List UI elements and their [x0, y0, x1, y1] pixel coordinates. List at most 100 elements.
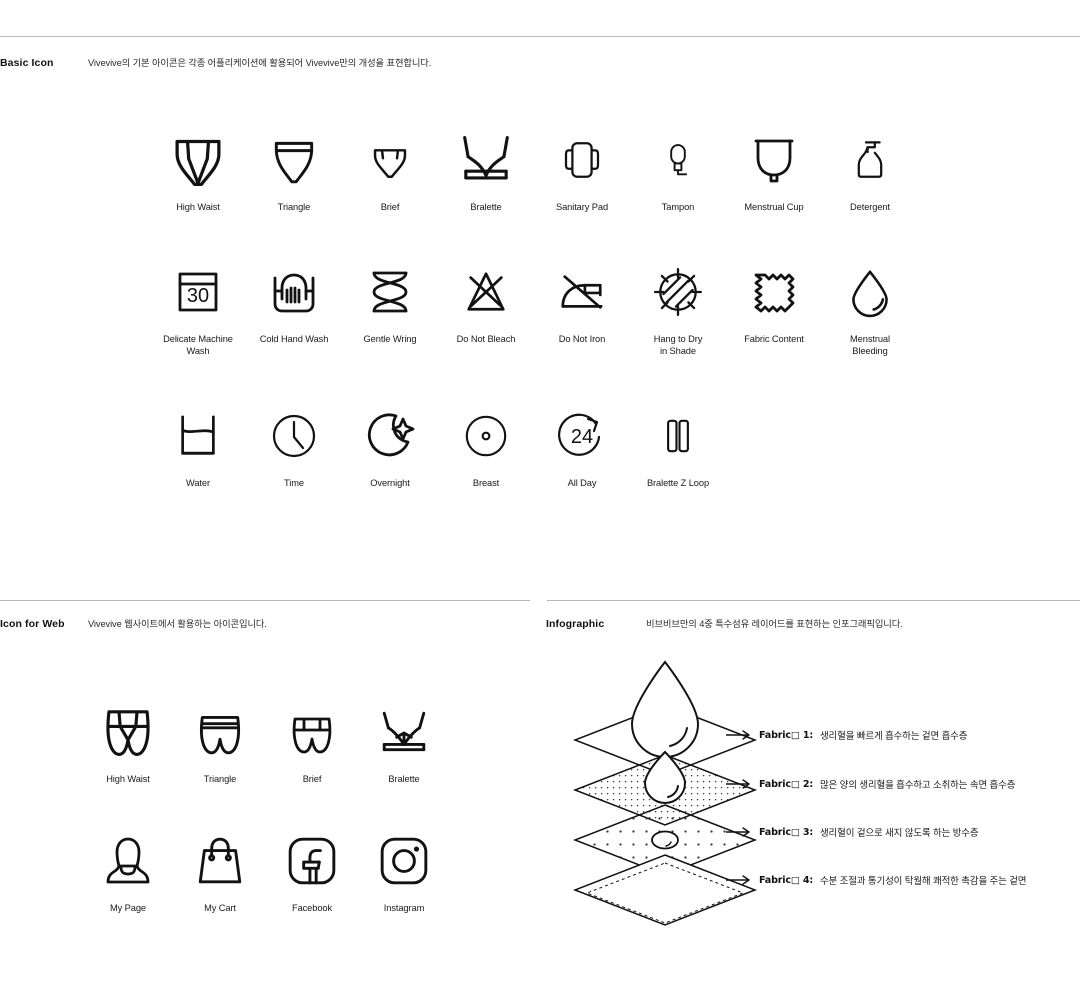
overnight-icon — [364, 404, 416, 468]
icon-for-web-title: Icon for Web — [0, 618, 65, 630]
web-brief-icon — [285, 700, 339, 764]
web-icon-cell[interactable]: Instagram — [358, 829, 450, 915]
basic-icon-cell[interactable]: Menstrual Cup — [726, 128, 822, 214]
basic-icon-cell[interactable]: Time — [246, 404, 342, 490]
basic-icon-cell[interactable]: Detergent — [822, 128, 918, 214]
basic-icon-label: Do Not Bleach — [456, 333, 516, 344]
basic-icon-cell[interactable]: Gentle Wring — [342, 260, 438, 358]
basic-icon-cell[interactable]: Triangle — [246, 128, 342, 214]
basic-icon-label: Hang to Dry in Shade — [653, 333, 703, 357]
infographic-description: 비브비브만의 4중 특수섬유 레이어드를 표현하는 인포그래픽입니다. — [646, 619, 903, 629]
time-icon — [269, 404, 319, 468]
basic-icon-cell[interactable]: High Waist — [150, 128, 246, 214]
basic-icon-label: Breast — [472, 477, 500, 488]
basic-icon-cell[interactable]: Menstrual Bleeding — [822, 260, 918, 358]
gentle-wring-icon — [365, 260, 415, 324]
arrow-right-icon — [726, 730, 752, 740]
web-icon-cell[interactable]: My Cart — [174, 829, 266, 915]
hang-to-dry-in-shade-icon — [652, 260, 704, 324]
web-triangle-icon — [192, 700, 248, 764]
fabric-layer-description: 생리혈을 빠르게 흡수하는 겉면 흡수층 — [819, 731, 968, 742]
basic-icon-cell[interactable]: Overnight — [342, 404, 438, 490]
basic-icon-cell[interactable]: Hang to Dry in Shade — [630, 260, 726, 358]
basic-icon-label: Bralette Z Loop — [646, 477, 710, 488]
basic-icon-cell[interactable]: Sanitary Pad — [534, 128, 630, 214]
droplet-large — [630, 660, 700, 758]
basic-icon-cell[interactable]: 24 All Day — [534, 404, 630, 490]
divider-mid-left — [0, 600, 530, 601]
web-icon-cell[interactable]: Bralette — [358, 700, 450, 786]
web-icon-label: Facebook — [291, 902, 333, 913]
do-not-iron-icon — [555, 260, 609, 324]
basic-icon-label: Detergent — [850, 202, 890, 212]
basic-icon-cell[interactable]: Brief — [342, 128, 438, 214]
basic-icon-cell[interactable]: Cold Hand Wash — [246, 260, 342, 358]
fabric-layer-label: Fabric□ 2: — [759, 778, 813, 790]
fabric-content-icon — [748, 260, 800, 324]
triangle-icon — [265, 128, 323, 192]
basic-icon-label: Time — [284, 477, 304, 488]
basic-icon-label: Overnight — [370, 477, 410, 488]
web-icon-cell[interactable]: Brief — [266, 700, 358, 786]
brief-icon — [363, 128, 417, 192]
arrow-right-icon — [726, 875, 752, 885]
bralette-icon — [457, 128, 515, 192]
breast-icon — [462, 404, 510, 468]
droplet-small — [651, 830, 679, 850]
web-icon-label: High Waist — [106, 774, 150, 784]
basic-icon-label: Water — [186, 477, 210, 488]
basic-icon-label: Menstrual Cup — [744, 202, 804, 212]
fabric-layers-infographic: Fabric□ 1: 생리혈을 빠르게 흡수하는 겉면 흡수층 Fabric□ 2:… — [540, 660, 1080, 926]
web-icon-cell[interactable]: My Page — [82, 829, 174, 915]
fabric-layer-label: Fabric□ 3: — [759, 826, 813, 838]
web-high-waist-icon — [100, 700, 156, 764]
fabric-layer-description: 수분 조절과 통기성이 탁월해 쾌적한 촉감을 주는 겉면 — [819, 876, 1027, 887]
cold-hand-wash-icon — [268, 260, 320, 324]
basic-icon-label: Menstrual Bleeding — [850, 333, 890, 357]
basic-icon-cell[interactable]: Water — [150, 404, 246, 490]
arrow-right-icon — [726, 827, 752, 837]
basic-icon-cell[interactable]: Do Not Bleach — [438, 260, 534, 358]
basic-icon-header: Basic Icon Vivevive의 기본 아이콘은 각종 어플리케이션에 … — [0, 55, 431, 69]
water-icon — [174, 404, 222, 468]
web-icon-label: Triangle — [203, 774, 237, 784]
svg-text:30: 30 — [187, 285, 209, 307]
arrow-right-icon — [726, 779, 752, 789]
fabric-layer-label: Fabric□ 4: — [759, 874, 813, 886]
fabric-layer-label: Fabric□ 1: — [759, 729, 813, 741]
delicate-machine-wash-icon: 30 — [172, 260, 224, 324]
web-icon-cell[interactable]: Facebook — [266, 829, 358, 915]
basic-icon-cell[interactable]: Bralette Z Loop — [630, 404, 726, 490]
sanitary-pad-icon — [562, 128, 602, 192]
basic-icon-cell[interactable]: 30 Delicate Machine Wash — [150, 260, 246, 358]
basic-icon-label: Bralette — [470, 202, 502, 212]
detergent-icon — [850, 128, 890, 192]
instagram-icon — [378, 829, 430, 893]
basic-icon-label: High Waist — [176, 202, 220, 212]
basic-icon-cell[interactable]: Tampon — [630, 128, 726, 214]
web-icon-label: Brief — [302, 774, 322, 784]
basic-icon-cell[interactable]: Fabric Content — [726, 260, 822, 358]
web-icon-cell[interactable]: Triangle — [174, 700, 266, 786]
basic-icon-title: Basic Icon — [0, 57, 54, 69]
icon-for-web-description: Vivevive 웹사이트에서 활용하는 아이콘입니다. — [88, 619, 267, 629]
fabric-layer-row: Fabric□ 3: 생리혈이 겉으로 새지 않도록 하는 방수층 — [726, 825, 979, 839]
basic-icon-cell[interactable]: Bralette — [438, 128, 534, 214]
menstrual-bleeding-icon — [847, 260, 893, 324]
basic-icon-label: Cold Hand Wash — [259, 333, 329, 344]
fabric-layer-row: Fabric□ 4: 수분 조절과 통기성이 탁월해 쾌적한 촉감을 주는 겉면 — [726, 873, 1027, 887]
my-page-icon — [103, 829, 153, 893]
fabric-layer-description: 생리혈이 겉으로 새지 않도록 하는 방수층 — [819, 828, 979, 839]
basic-icon-label: Sanitary Pad — [555, 202, 609, 212]
basic-icon-cell[interactable]: Breast — [438, 404, 534, 490]
basic-icon-cell[interactable]: Do Not Iron — [534, 260, 630, 358]
basic-icon-label: Brief — [380, 202, 400, 212]
svg-text:24: 24 — [571, 426, 593, 448]
basic-icon-label: Fabric Content — [744, 333, 804, 344]
high-waist-icon — [168, 128, 228, 192]
menstrual-cup-icon — [749, 128, 799, 192]
web-icon-cell[interactable]: High Waist — [82, 700, 174, 786]
basic-icon-description: Vivevive의 기본 아이콘은 각종 어플리케이션에 활용되어 Vivevi… — [88, 58, 432, 68]
basic-icon-label: Delicate Machine Wash — [163, 333, 233, 357]
all-day-icon: 24 — [557, 404, 607, 468]
